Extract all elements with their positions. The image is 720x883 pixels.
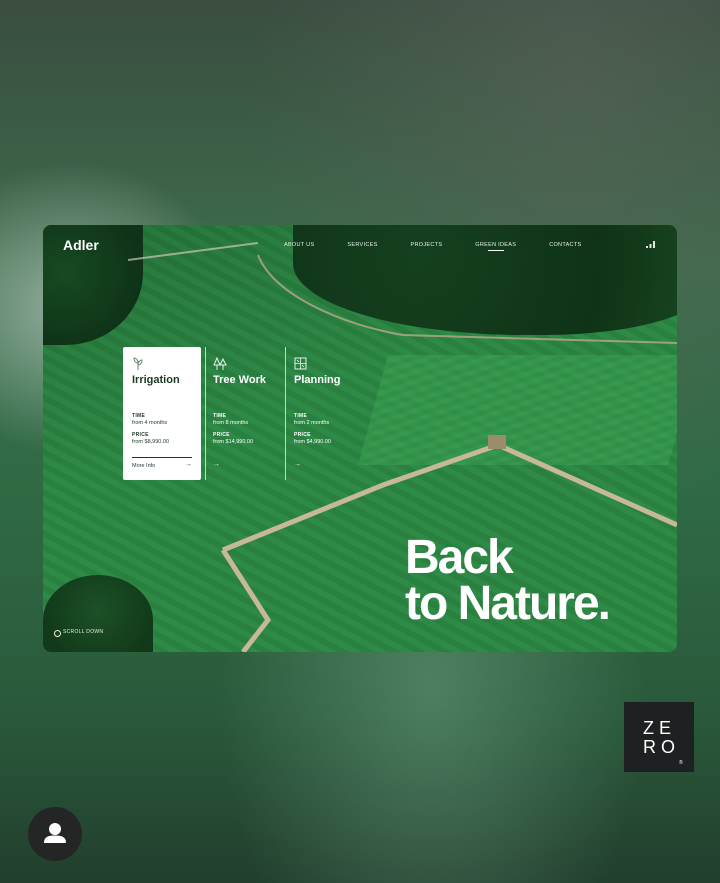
sprout-icon (133, 357, 143, 370)
service-card-irrigation[interactable]: Irrigation TIME from 4 months PRICE from… (123, 347, 201, 480)
time-value: from 4 months (132, 420, 168, 426)
nav-projects[interactable]: PROJECTS (411, 242, 443, 248)
time-label: TIME (294, 413, 308, 419)
more-info-link[interactable]: More Info (132, 463, 155, 469)
time-label: TIME (213, 413, 227, 419)
price-label: PRICE (294, 432, 311, 438)
nav-contacts[interactable]: CONTACTS (549, 242, 581, 248)
badge-line-1: ZE (643, 718, 677, 738)
scroll-down-link[interactable]: SCROLL DOWN (53, 629, 103, 637)
user-icon (44, 823, 66, 843)
service-card-tree-work[interactable]: Tree Work TIME from 8 months PRICE from … (204, 347, 282, 480)
arrow-right-icon[interactable]: → (294, 461, 301, 468)
profile-avatar-button[interactable] (28, 807, 82, 861)
price-label: PRICE (213, 432, 230, 438)
hero-line-2: to Nature. (405, 577, 611, 630)
signal-bars-icon[interactable] (646, 241, 655, 248)
hero-heading: Back to Nature. (405, 531, 611, 630)
top-nav: ABOUT US SERVICES PROJECTS GREEN IDEAS C… (284, 242, 614, 251)
time-value: from 8 months (213, 420, 249, 426)
time-value: from 2 months (294, 420, 330, 426)
trees-icon (213, 357, 227, 370)
nav-services[interactable]: SERVICES (347, 242, 377, 248)
nav-about-us[interactable]: ABOUT US (284, 242, 314, 248)
hero-line-1: Back (405, 531, 514, 584)
time-label: TIME (132, 413, 146, 419)
arrow-right-icon[interactable]: → (213, 461, 220, 468)
website-preview-card: Adler ABOUT US SERVICES PROJECTS GREEN I… (43, 225, 677, 652)
price-value: from $14,990.00 (213, 439, 254, 445)
service-card-planning[interactable]: Planning TIME from 2 months PRICE from $… (285, 347, 363, 480)
divider (132, 457, 192, 458)
grid-plan-icon (294, 357, 307, 370)
service-title: Irrigation (132, 374, 180, 386)
zero-badge-logo[interactable]: ZE RO ® (624, 702, 694, 772)
service-title: Planning (294, 374, 341, 386)
arrow-right-icon[interactable]: → (185, 461, 192, 468)
price-label: PRICE (132, 432, 149, 438)
service-title: Tree Work (213, 374, 266, 386)
price-value: from $4,990.00 (294, 439, 331, 445)
nav-green-ideas[interactable]: GREEN IDEAS (475, 242, 516, 251)
site-logo[interactable]: Adler (63, 237, 99, 253)
registered-mark: ® (679, 760, 683, 766)
price-value: from $8,990.00 (132, 439, 169, 445)
badge-line-2: RO (643, 737, 680, 757)
